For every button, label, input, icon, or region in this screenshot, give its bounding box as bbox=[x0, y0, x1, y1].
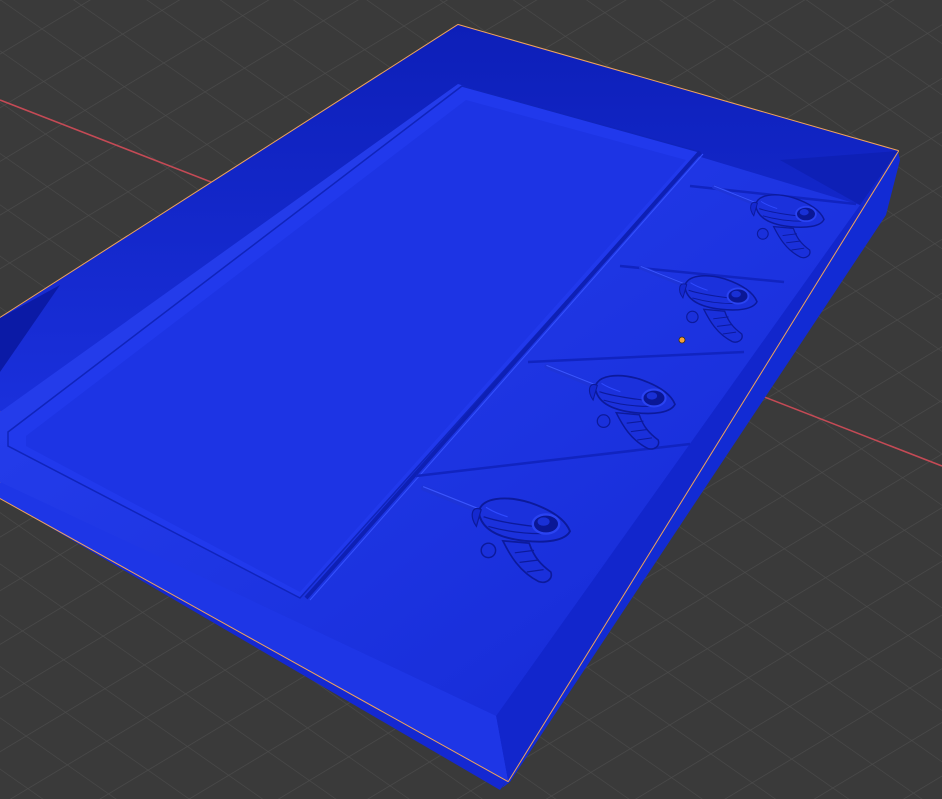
3d-viewport[interactable] bbox=[0, 0, 942, 799]
object-origin-dot bbox=[678, 336, 686, 344]
